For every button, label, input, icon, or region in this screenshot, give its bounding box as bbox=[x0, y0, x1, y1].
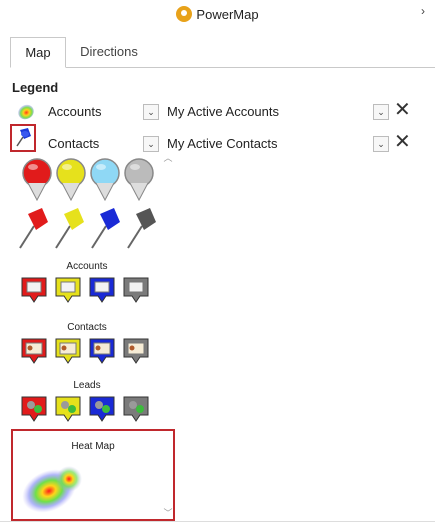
yellow-contacts-marker-icon[interactable] bbox=[55, 338, 81, 364]
blue-accounts-marker-icon[interactable] bbox=[89, 277, 115, 303]
app-title: PowerMap bbox=[196, 6, 259, 22]
view-label-contacts: My Active Contacts bbox=[167, 136, 278, 151]
contacts-marker-row bbox=[21, 338, 149, 364]
accounts-marker-row bbox=[21, 277, 149, 303]
layer-dropdown-accounts[interactable]: ⌄ bbox=[143, 104, 159, 120]
yellow-balloon-pin-icon[interactable] bbox=[56, 158, 86, 202]
gray-balloon-pin-icon[interactable] bbox=[124, 158, 154, 202]
scroll-up-arrow[interactable]: ︿ bbox=[161, 151, 175, 165]
gray-accounts-marker-icon[interactable] bbox=[123, 277, 149, 303]
contacts-pin-icon-button[interactable] bbox=[10, 124, 36, 152]
red-leads-marker-icon[interactable] bbox=[21, 396, 47, 422]
heat-map-icon bbox=[22, 466, 82, 513]
chevron-down-icon: ⌄ bbox=[377, 139, 385, 149]
yellow-accounts-marker-icon[interactable] bbox=[55, 277, 81, 303]
red-contacts-marker-icon[interactable] bbox=[21, 338, 47, 364]
blue-contacts-marker-icon[interactable] bbox=[89, 338, 115, 364]
scroll-down-arrow[interactable]: ﹀ bbox=[161, 506, 175, 520]
heat-map-option[interactable]: Heat Map bbox=[11, 429, 175, 521]
remove-contacts-button[interactable]: ✕ bbox=[394, 131, 411, 153]
gray-leads-marker-icon[interactable] bbox=[123, 396, 149, 422]
pushpin-icon bbox=[16, 128, 31, 147]
collapse-panel-button[interactable]: › bbox=[421, 4, 425, 18]
tab-bar: Map Directions bbox=[10, 37, 430, 68]
title-bar: PowerMap bbox=[0, 6, 435, 25]
bottom-divider bbox=[0, 521, 435, 522]
accounts-heat-icon[interactable] bbox=[16, 101, 36, 126]
section-label-accounts: Accounts bbox=[66, 261, 108, 272]
remove-accounts-button[interactable]: ✕ bbox=[394, 99, 411, 121]
chevron-up-icon: ︿ bbox=[163, 153, 173, 163]
tab-divider bbox=[10, 67, 435, 68]
red-pushpin-icon[interactable] bbox=[19, 208, 48, 249]
red-accounts-marker-icon[interactable] bbox=[21, 277, 47, 303]
tab-directions[interactable]: Directions bbox=[64, 37, 154, 66]
leads-marker-row bbox=[21, 396, 149, 422]
layer-label-contacts: Contacts bbox=[48, 136, 100, 151]
blue-balloon-pin-icon[interactable] bbox=[90, 158, 120, 202]
red-balloon-pin-icon[interactable] bbox=[22, 158, 52, 202]
view-dropdown-accounts[interactable]: ⌄ bbox=[373, 104, 389, 120]
layer-label-accounts: Accounts bbox=[48, 104, 102, 119]
blue-pushpin-icon[interactable] bbox=[91, 208, 120, 249]
tab-map[interactable]: Map bbox=[10, 37, 66, 68]
yellow-pushpin-icon[interactable] bbox=[55, 208, 84, 249]
chevron-down-icon: ⌄ bbox=[147, 139, 155, 149]
close-icon: ✕ bbox=[394, 131, 411, 153]
view-label-accounts: My Active Accounts bbox=[167, 104, 279, 119]
chevron-down-icon: ﹀ bbox=[163, 508, 173, 518]
gray-contacts-marker-icon[interactable] bbox=[123, 338, 149, 364]
powermap-logo-icon bbox=[176, 6, 193, 22]
chevron-down-icon: ⌄ bbox=[147, 107, 155, 117]
close-icon: ✕ bbox=[394, 99, 411, 121]
gray-pushpin-icon[interactable] bbox=[127, 208, 156, 249]
pushpin-row bbox=[19, 208, 156, 249]
view-dropdown-contacts[interactable]: ⌄ bbox=[373, 136, 389, 152]
section-label-heat-map: Heat Map bbox=[71, 441, 115, 452]
balloon-pin-row bbox=[22, 158, 154, 202]
blue-leads-marker-icon[interactable] bbox=[89, 396, 115, 422]
section-label-leads: Leads bbox=[73, 380, 101, 391]
legend-title: Legend bbox=[12, 80, 59, 95]
chevron-down-icon: ⌄ bbox=[377, 107, 385, 117]
section-label-contacts: Contacts bbox=[67, 322, 107, 333]
yellow-leads-marker-icon[interactable] bbox=[55, 396, 81, 422]
